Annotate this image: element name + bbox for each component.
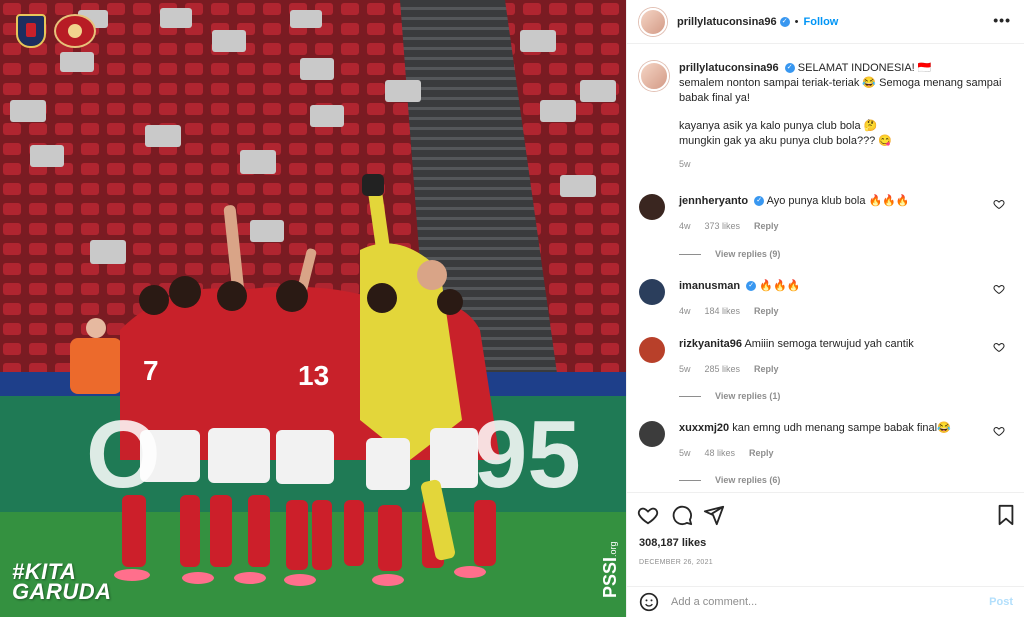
- comment-body: rizkyanita96 Amiiin semoga terwujud yah …: [679, 337, 979, 376]
- comment-text: Ayo punya klub bola 🔥🔥🔥: [766, 195, 910, 207]
- comment-heart-icon[interactable]: [993, 198, 1005, 210]
- hashtag-line2: GARUDA: [12, 579, 112, 604]
- caption-body: prillylatuconsina96 ✓ SELAMAT INDONESIA!…: [679, 61, 1009, 172]
- federation-logo: [16, 14, 46, 48]
- board-text: O: [86, 401, 165, 508]
- comment-likes[interactable]: 373 likes: [705, 221, 741, 231]
- comment-time[interactable]: 4w: [679, 221, 691, 231]
- comment-username[interactable]: xuxxmj20: [679, 422, 729, 434]
- comment-likes[interactable]: 184 likes: [705, 306, 741, 316]
- hashtag-overlay: #KITA GARUDA: [12, 561, 112, 604]
- more-options-icon[interactable]: •••: [993, 12, 1011, 28]
- comment-body: xuxxmj20 kan emng udh menang sampe babak…: [679, 421, 979, 460]
- author-avatar[interactable]: [639, 7, 667, 36]
- comment-username[interactable]: jennheryanto: [679, 195, 748, 207]
- reply-button[interactable]: Reply: [754, 306, 779, 316]
- reply-button[interactable]: Reply: [749, 448, 774, 458]
- post-photo[interactable]: 7 13 O 95 #KITA GARUDA PSSI.org: [0, 0, 626, 617]
- author-username[interactable]: prillylatuconsina96: [677, 16, 777, 28]
- comment-likes[interactable]: 285 likes: [705, 364, 741, 374]
- commenter-avatar[interactable]: [639, 337, 665, 363]
- caption-line3: kayanya asik ya kalo punya club bola 🤔: [679, 120, 878, 132]
- heart-icon[interactable]: [637, 504, 659, 526]
- comment-likes[interactable]: 48 likes: [705, 448, 736, 458]
- comment-icon[interactable]: [671, 504, 693, 526]
- comment-heart-icon[interactable]: [993, 425, 1005, 437]
- comment-time[interactable]: 4w: [679, 306, 691, 316]
- commenter-avatar[interactable]: [639, 279, 665, 305]
- caption-line4: mungkin gak ya aku punya club bola??? 😋: [679, 135, 893, 147]
- verified-badge-icon: ✓: [784, 63, 795, 74]
- likes-count[interactable]: 308,187 likes: [639, 537, 706, 549]
- comment-meta: 4w 184 likes Reply: [679, 304, 979, 318]
- caption-avatar[interactable]: [639, 61, 669, 91]
- reply-button[interactable]: Reply: [754, 364, 779, 374]
- photo-scene: 7 13: [0, 0, 626, 617]
- comment-meta: 4w 373 likes Reply: [679, 219, 979, 233]
- view-replies-button[interactable]: View replies (1): [679, 391, 780, 401]
- add-comment-bar: Post: [627, 586, 1024, 617]
- post-comment-button[interactable]: Post: [989, 596, 1013, 608]
- commenter-avatar[interactable]: [639, 194, 665, 220]
- comment-body: jennheryanto ✓ Ayo punya klub bola 🔥🔥🔥 4…: [679, 194, 979, 233]
- comment-heart-icon[interactable]: [993, 283, 1005, 295]
- bookmark-icon[interactable]: [995, 504, 1017, 526]
- verified-badge-icon: ✓: [779, 16, 790, 27]
- svg-text:7: 7: [143, 355, 159, 386]
- view-replies-button[interactable]: View replies (6): [679, 475, 780, 485]
- caption-time[interactable]: 5w: [679, 157, 1009, 172]
- post-details-panel: prillylatuconsina96 ✓ • Follow ••• prill…: [626, 0, 1024, 617]
- view-replies-button[interactable]: View replies (9): [679, 249, 780, 259]
- garuda-badge-logo: [54, 14, 96, 48]
- comment-text: 🔥🔥🔥: [759, 280, 801, 292]
- comment-text: kan emng udh menang sampe babak final😂: [732, 422, 951, 434]
- comment-username[interactable]: imanusman: [679, 280, 740, 292]
- post-header: prillylatuconsina96 ✓ • Follow •••: [627, 0, 1024, 44]
- watermark: PSSI.org: [600, 541, 621, 598]
- reply-button[interactable]: Reply: [754, 221, 779, 231]
- comment-time[interactable]: 5w: [679, 448, 691, 458]
- comment-input[interactable]: [671, 596, 971, 608]
- commenter-avatar[interactable]: [639, 421, 665, 447]
- comments-scroll-area[interactable]: prillylatuconsina96 ✓ SELAMAT INDONESIA!…: [627, 45, 1024, 493]
- comment-item: xuxxmj20 kan emng udh menang sampe babak…: [639, 421, 1013, 460]
- caption-line2: semalem nonton sampai teriak-teriak 😂 Se…: [679, 77, 1002, 104]
- comment-text: Amiiin semoga terwujud yah cantik: [744, 338, 914, 350]
- post-actions: [627, 500, 1024, 530]
- caption-line1: prillylatuconsina96 ✓ SELAMAT INDONESIA!…: [679, 61, 1009, 76]
- verified-badge-icon: ✓: [754, 196, 765, 207]
- comment-item: rizkyanita96 Amiiin semoga terwujud yah …: [639, 337, 1013, 376]
- watermark-suffix: .org: [608, 541, 618, 557]
- emoji-icon[interactable]: [639, 592, 659, 612]
- caption-line1-text: SELAMAT INDONESIA! 🇮🇩: [797, 62, 932, 74]
- comment-meta: 5w 285 likes Reply: [679, 362, 979, 376]
- header-separator: •: [794, 15, 799, 28]
- caption-username[interactable]: prillylatuconsina96: [679, 62, 779, 74]
- comment-heart-icon[interactable]: [993, 341, 1005, 353]
- comment-item: jennheryanto ✓ Ayo punya klub bola 🔥🔥🔥 4…: [639, 194, 1013, 233]
- watermark-text: PSSI: [600, 556, 620, 598]
- post-caption: prillylatuconsina96 ✓ SELAMAT INDONESIA!…: [639, 61, 1013, 172]
- comment-time[interactable]: 5w: [679, 364, 691, 374]
- board-number: 95: [474, 401, 581, 508]
- comment-body: imanusman ✓ 🔥🔥🔥 4w 184 likes Reply: [679, 279, 979, 318]
- svg-text:13: 13: [298, 360, 329, 391]
- follow-button[interactable]: Follow: [804, 16, 839, 28]
- verified-badge-icon: ✓: [746, 281, 757, 292]
- post-date: DECEMBER 26, 2021: [639, 559, 713, 566]
- share-icon[interactable]: [703, 504, 725, 526]
- comment-item: imanusman ✓ 🔥🔥🔥 4w 184 likes Reply: [639, 279, 1013, 318]
- comment-meta: 5w 48 likes Reply: [679, 446, 979, 460]
- comment-username[interactable]: rizkyanita96: [679, 338, 742, 350]
